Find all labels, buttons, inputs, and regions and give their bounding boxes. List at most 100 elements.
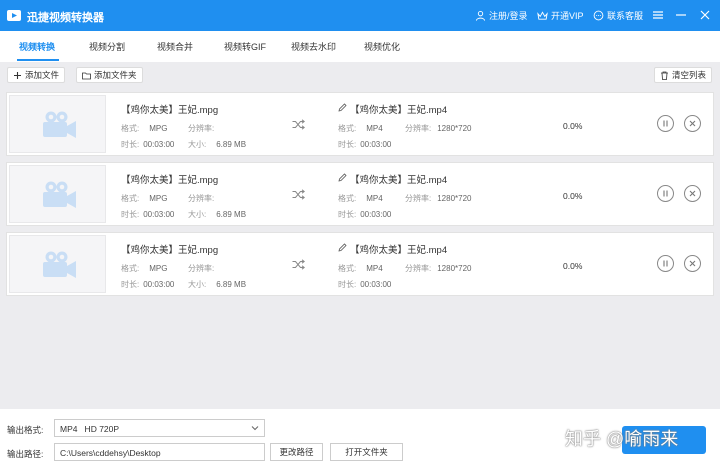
source-file-name: 【鸡你太美】王妃.mpg [121, 245, 219, 256]
output-file-name: 【鸡你太美】王妃.mp4 [350, 105, 448, 116]
app-title: 迅捷视频转换器 [27, 12, 104, 24]
source-resolution: 分辨率: [188, 194, 215, 203]
title-bar: 迅捷视频转换器 注册/登录 开通VIP 联系客服 [0, 0, 720, 31]
output-format-label: 输出格式: [7, 425, 44, 435]
output-duration: 时长: 00:03:00 [338, 210, 392, 219]
pause-icon [663, 120, 668, 127]
output-path-field[interactable]: C:\Users\cddehsy\Desktop [54, 443, 265, 461]
app-logo-icon [7, 10, 21, 21]
active-tab-indicator [17, 59, 59, 61]
source-file-name: 【鸡你太美】王妃.mpg [121, 105, 219, 116]
output-resolution: 分辨率: 1280*720 [405, 194, 472, 203]
source-duration: 时长: 00:03:00 [121, 280, 175, 289]
vip-label: 开通VIP [551, 11, 584, 21]
task-row[interactable]: 【鸡你太美】王妃.mpg 格式: MPG 分辨率: 时长: 00:03:00 大小:… [6, 232, 714, 296]
folder-icon [82, 72, 91, 79]
bottom-bar: 输出格式: MP4 HD 720P 输出路径: C:\Users\cddehsy… [0, 409, 720, 471]
task-row[interactable]: 【鸡你太美】王妃.mpg 格式: MPG 分辨率: 时长: 00:03:00 大小:… [6, 162, 714, 226]
tab-video-optimize[interactable]: 视频优化 [364, 40, 400, 53]
pause-button[interactable] [657, 115, 674, 132]
remove-task-button[interactable] [684, 185, 701, 202]
login-button[interactable]: 注册/登录 [475, 9, 528, 22]
support-label: 联系客服 [607, 11, 644, 21]
plus-icon [14, 71, 21, 79]
support-button[interactable]: 联系客服 [593, 9, 643, 22]
add-file-button[interactable]: 添加文件 [7, 67, 66, 83]
convert-arrow-icon [292, 189, 305, 200]
close-icon[interactable] [698, 8, 712, 22]
login-label: 注册/登录 [489, 11, 528, 21]
edit-icon[interactable] [338, 173, 347, 182]
output-format: 格式: MP4 [338, 264, 383, 273]
progress-percent: 0.0% [563, 261, 583, 271]
source-size: 大小: 6.89 MB [188, 140, 247, 149]
output-path-value: C:\Users\cddehsy\Desktop [60, 448, 161, 458]
open-folder-button[interactable]: 打开文件夹 [330, 443, 403, 461]
output-file-name: 【鸡你太美】王妃.mp4 [350, 175, 448, 186]
remove-task-button[interactable] [684, 115, 701, 132]
menu-icon[interactable] [651, 8, 665, 22]
video-camera-icon [43, 181, 76, 208]
task-row[interactable]: 【鸡你太美】王妃.mpg 格式: MPG 分辨率: 时长: 00:03:00 大小:… [6, 92, 714, 156]
output-resolution: 分辨率: 1280*720 [405, 124, 472, 133]
crown-icon [537, 11, 548, 20]
source-size: 大小: 6.89 MB [188, 210, 247, 219]
minimize-icon[interactable] [674, 8, 688, 22]
source-file-name: 【鸡你太美】王妃.mpg [121, 175, 219, 186]
source-size: 大小: 6.89 MB [188, 280, 247, 289]
output-format-value: MP4 HD 720P [60, 424, 120, 434]
trash-icon [661, 71, 668, 80]
output-resolution: 分辨率: 1280*720 [405, 264, 472, 273]
tab-video-to-gif[interactable]: 视频转GIF [224, 40, 266, 53]
add-folder-button[interactable]: 添加文件夹 [76, 67, 143, 83]
close-icon [689, 260, 696, 267]
output-format: 格式: MP4 [338, 194, 383, 203]
clear-list-button[interactable]: 清空列表 [654, 67, 713, 83]
source-format: 格式: MPG [121, 264, 168, 273]
output-file-name: 【鸡你太美】王妃.mp4 [350, 245, 448, 256]
close-icon [689, 120, 696, 127]
chevron-down-icon [251, 426, 259, 431]
convert-arrow-icon [292, 119, 305, 130]
output-format-select[interactable]: MP4 HD 720P [54, 419, 265, 437]
output-duration: 时长: 00:03:00 [338, 140, 392, 149]
video-thumbnail [9, 165, 106, 223]
convert-arrow-icon [292, 259, 305, 270]
user-icon [475, 11, 486, 21]
source-format: 格式: MPG [121, 194, 168, 203]
pause-button[interactable] [657, 185, 674, 202]
tab-bar: 视频转换 视频分割 视频合并 视频转GIF 视频去水印 视频优化 [0, 31, 720, 62]
clear-list-label: 清空列表 [672, 70, 707, 80]
pause-icon [663, 190, 668, 197]
video-thumbnail [9, 95, 106, 153]
progress-percent: 0.0% [563, 191, 583, 201]
output-format: 格式: MP4 [338, 124, 383, 133]
video-camera-icon [43, 111, 76, 138]
video-camera-icon [43, 251, 76, 278]
progress-percent: 0.0% [563, 121, 583, 131]
source-format: 格式: MPG [121, 124, 168, 133]
edit-icon[interactable] [338, 243, 347, 252]
output-path-label: 输出路径: [7, 449, 44, 459]
close-icon [689, 190, 696, 197]
tab-video-convert[interactable]: 视频转换 [19, 40, 55, 53]
task-area: 添加文件 添加文件夹 清空列表 【鸡你太美】王妃.mpg 格式: MPG 分辨率:… [0, 62, 720, 409]
remove-task-button[interactable] [684, 255, 701, 272]
source-duration: 时长: 00:03:00 [121, 210, 175, 219]
source-resolution: 分辨率: [188, 124, 215, 133]
add-file-label: 添加文件 [25, 70, 60, 80]
vip-button[interactable]: 开通VIP [537, 9, 584, 22]
output-duration: 时长: 00:03:00 [338, 280, 392, 289]
video-thumbnail [9, 235, 106, 293]
pause-button[interactable] [657, 255, 674, 272]
tab-video-merge[interactable]: 视频合并 [157, 40, 193, 53]
tab-video-split[interactable]: 视频分割 [89, 40, 125, 53]
chat-icon [593, 10, 604, 21]
tab-remove-watermark[interactable]: 视频去水印 [291, 40, 336, 53]
change-path-button[interactable]: 更改路径 [270, 443, 323, 461]
watermark-text: 知乎 @喻雨来 [565, 429, 679, 449]
add-folder-label: 添加文件夹 [94, 70, 137, 80]
source-resolution: 分辨率: [188, 264, 215, 273]
edit-icon[interactable] [338, 103, 347, 112]
pause-icon [663, 260, 668, 267]
